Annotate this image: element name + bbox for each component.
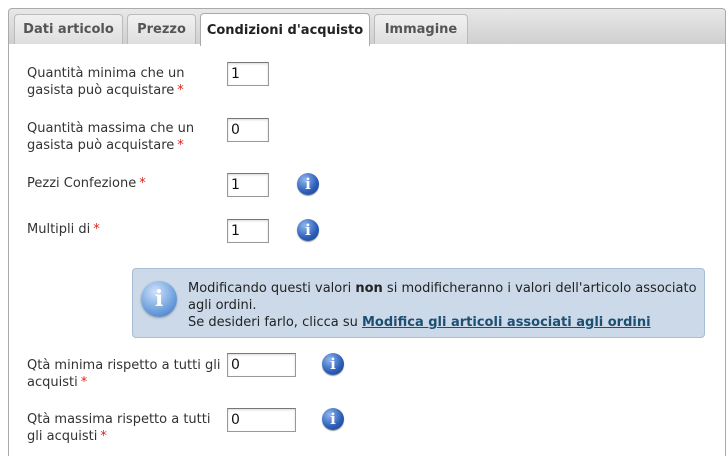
tab-panel [8, 44, 726, 456]
modifica-articoli-link[interactable]: Modifica gli articoli associati agli ord… [362, 315, 651, 330]
info-icon: i [141, 281, 177, 317]
qta-minima-tutti-input[interactable] [227, 353, 296, 377]
tab-prezzo[interactable]: Prezzo [127, 14, 196, 44]
qta-minima-tutti-label: Qtà minima rispetto a tutti gli acquisti… [27, 358, 221, 390]
required-asterisk: * [80, 375, 88, 390]
qta-massima-tutti-info-icon[interactable]: i [322, 408, 344, 430]
pezzi-confezione-label: Pezzi Confezione * [27, 176, 146, 191]
tab-condizioni-acquisto[interactable]: Condizioni d'acquisto [200, 13, 370, 46]
required-asterisk: * [177, 83, 184, 98]
tab-immagine[interactable]: Immagine [374, 14, 468, 44]
required-asterisk: * [93, 222, 100, 237]
tab-dati-articolo[interactable]: Dati articolo [14, 14, 123, 44]
pezzi-confezione-info-icon[interactable]: i [297, 173, 319, 195]
multipli-info-icon[interactable]: i [297, 219, 319, 241]
qta-massima-tutti-input[interactable] [227, 408, 296, 432]
multipli-label: Multipli di * [27, 222, 100, 237]
info-note: i Modificando questi valori non si modif… [132, 268, 705, 338]
required-asterisk: * [100, 429, 107, 444]
pezzi-confezione-input[interactable] [227, 173, 269, 197]
qta-minima-input[interactable] [227, 62, 269, 86]
info-note-text: Modificando questi valori non si modific… [188, 281, 697, 330]
required-asterisk: * [139, 176, 146, 191]
multipli-input[interactable] [227, 219, 269, 243]
required-asterisk: * [177, 138, 184, 153]
qta-massima-tutti-label: Qtà massima rispetto a tutti gli acquist… [27, 412, 211, 444]
qta-minima-label: Quantità minima che un gasista può acqui… [27, 66, 185, 98]
qta-massima-input[interactable] [227, 118, 269, 142]
qta-minima-tutti-info-icon[interactable]: i [322, 353, 344, 375]
tab-bar: Dati articolo Prezzo Condizioni d'acquis… [0, 0, 727, 46]
qta-massima-label: Quantità massima che un gasista può acqu… [27, 121, 195, 153]
